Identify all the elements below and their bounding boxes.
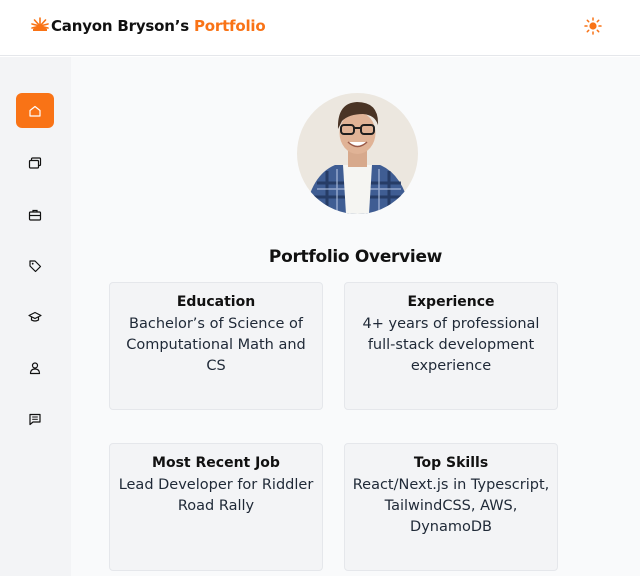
message-icon — [29, 413, 41, 425]
home-icon — [29, 105, 41, 117]
tag-icon — [29, 259, 42, 272]
card-body: Lead Developer for Riddler Road Rally — [118, 477, 314, 514]
card-body: React/Next.js in Typescript, TailwindCSS… — [352, 477, 550, 535]
projects-icon — [28, 156, 42, 169]
card-title: Experience — [407, 294, 495, 310]
card-body: Bachelor’s of Science of Computational M… — [126, 316, 306, 374]
sidebar-item-home[interactable] — [16, 93, 54, 128]
overview-title: Portfolio Overview — [268, 247, 443, 267]
sidebar-item-contact[interactable] — [16, 401, 54, 436]
site-title[interactable]: Canyon Bryson’s Portfolio — [51, 17, 266, 35]
recent-job-card: Most Recent Job Lead Developer for Riddl… — [109, 443, 323, 571]
profile-photo — [297, 93, 418, 214]
experience-card: Experience 4+ years of professional full… — [344, 282, 558, 410]
education-card: Education Bachelor’s of Science of Compu… — [109, 282, 323, 410]
sidebar-item-about[interactable] — [16, 350, 54, 385]
top-header: Canyon Bryson’s Portfolio — [0, 0, 640, 56]
site-title-accent: Portfolio — [193, 17, 266, 35]
card-body: 4+ years of professional full-stack deve… — [362, 316, 540, 374]
sidebar-item-experience[interactable] — [16, 197, 54, 232]
sun-icon[interactable] — [583, 16, 603, 36]
sidebar-nav — [0, 57, 71, 576]
briefcase-icon — [28, 209, 42, 221]
main-content: Portfolio Overview Education Bachelor’s … — [71, 57, 640, 576]
card-title: Top Skills — [413, 455, 489, 471]
top-skills-card: Top Skills React/Next.js in Typescript, … — [344, 443, 558, 571]
graduation-cap-icon — [28, 311, 42, 322]
sidebar-item-projects[interactable] — [16, 145, 54, 180]
card-title: Most Recent Job — [152, 455, 280, 471]
sidebar-item-education[interactable] — [16, 299, 54, 334]
sun-burst-icon — [31, 17, 49, 35]
user-icon — [29, 361, 41, 374]
sidebar-item-skills[interactable] — [16, 248, 54, 283]
card-title: Education — [176, 294, 256, 310]
site-title-main: Canyon Bryson’s — [51, 17, 189, 35]
